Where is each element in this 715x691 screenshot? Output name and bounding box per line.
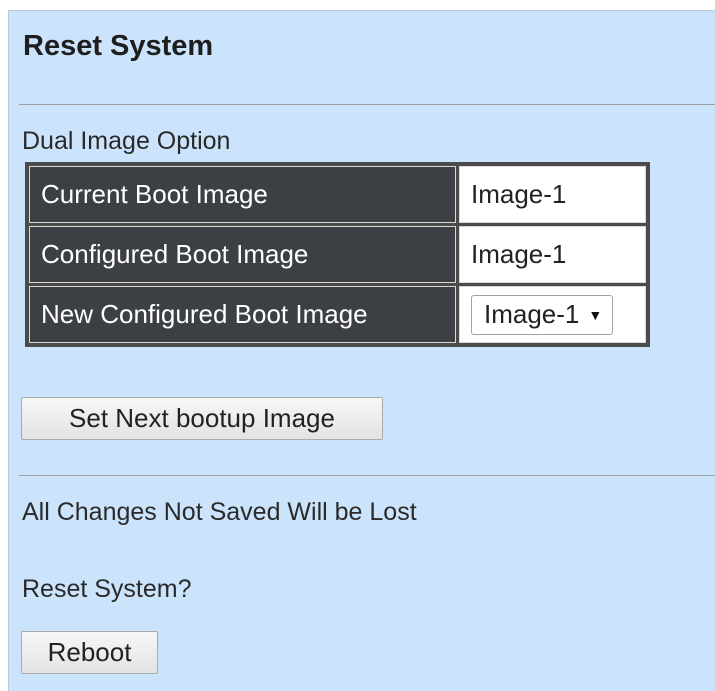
- table-row: New Configured Boot Image Image-1 ▼: [29, 286, 646, 343]
- set-next-bootup-image-button[interactable]: Set Next bootup Image: [21, 397, 383, 440]
- unsaved-changes-warning: All Changes Not Saved Will be Lost: [22, 498, 417, 526]
- page-title: Reset System: [23, 30, 214, 62]
- dual-image-section-label: Dual Image Option: [22, 127, 231, 155]
- current-boot-image-value: Image-1: [459, 166, 646, 223]
- new-configured-boot-image-label: New Configured Boot Image: [29, 286, 456, 343]
- reset-system-panel: Reset System Dual Image Option Current B…: [8, 10, 715, 691]
- select-value: Image-1: [484, 299, 580, 329]
- reset-system-question: Reset System?: [22, 575, 192, 603]
- configured-boot-image-label: Configured Boot Image: [29, 226, 456, 283]
- current-boot-image-label: Current Boot Image: [29, 166, 456, 223]
- reset-divider: [19, 475, 715, 476]
- table-row: Current Boot Image Image-1: [29, 166, 646, 223]
- caret-down-icon: ▼: [588, 306, 603, 323]
- table-row: Configured Boot Image Image-1: [29, 226, 646, 283]
- reboot-button[interactable]: Reboot: [21, 631, 158, 674]
- dual-image-table: Current Boot Image Image-1 Configured Bo…: [25, 162, 650, 347]
- title-divider: [19, 104, 715, 105]
- new-configured-boot-image-cell: Image-1 ▼: [459, 286, 646, 343]
- configured-boot-image-value: Image-1: [459, 226, 646, 283]
- new-configured-boot-image-select[interactable]: Image-1 ▼: [471, 294, 614, 335]
